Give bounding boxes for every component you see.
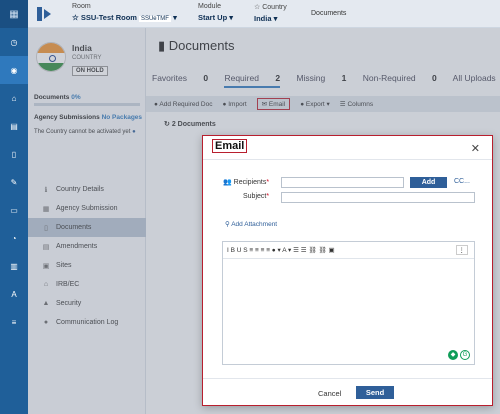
editor-toolbar: I B U S ≡ ≡ ≡ ≡ ● ▾ A ▾ ☰ ☰ ⛓ ⛓ ▣ ⋮: [223, 242, 474, 259]
module-value: Start Up: [198, 13, 228, 22]
modal-title: Email: [212, 139, 248, 153]
chevron-down-icon: ▾: [173, 13, 177, 22]
gauge-icon[interactable]: ◷: [0, 28, 28, 56]
country-label: Country: [262, 4, 287, 11]
room-value: SSU-Test Room: [80, 13, 137, 22]
close-icon[interactable]: ✕: [471, 142, 480, 155]
module-label: Module: [198, 3, 221, 10]
country-value: India: [254, 14, 272, 23]
app-logo-icon: [37, 7, 51, 21]
breadcrumb: Documents: [311, 10, 347, 17]
clock-icon[interactable]: ◔: [0, 224, 28, 252]
formatting-buttons[interactable]: I B U S ≡ ≡ ≡ ≡ ● ▾ A ▾ ☰ ☰ ⛓ ⛓ ▣: [227, 246, 335, 254]
edit-icon[interactable]: ✎: [0, 168, 28, 196]
file-icon[interactable]: ▯: [0, 140, 28, 168]
module-selector[interactable]: Module Start Up ▾: [198, 3, 233, 22]
star-icon[interactable]: ☆: [254, 4, 260, 11]
briefcase-icon[interactable]: ▤: [0, 112, 28, 140]
country-selector[interactable]: ☆ Country India ▾: [254, 3, 287, 23]
subject-label: Subject*: [243, 193, 270, 200]
add-recipient-button[interactable]: Add: [410, 177, 447, 188]
more-options-icon[interactable]: ⋮: [455, 245, 468, 255]
globe-icon[interactable]: ◉: [0, 56, 28, 84]
people-icon: 👥: [223, 179, 232, 186]
list-icon[interactable]: ≡: [0, 308, 28, 336]
topbar: Room ☆ SSU-Test Room SSUeTMF ▾ Module Sta…: [28, 0, 500, 28]
cc-link[interactable]: CC...: [454, 178, 470, 185]
paperclip-icon: ⚲: [225, 221, 230, 228]
email-modal: Email ✕ 👥 Recipients* Add CC... Subject*…: [202, 135, 493, 406]
subject-input[interactable]: [281, 192, 475, 203]
add-attachment-link[interactable]: ⚲ Add Attachment: [225, 220, 277, 228]
cancel-button[interactable]: Cancel: [318, 389, 341, 398]
grammarly-icon[interactable]: G: [460, 350, 470, 360]
room-tag: SSUeTMF: [138, 16, 171, 22]
bank-icon[interactable]: ⌂: [0, 84, 28, 112]
email-body-editor[interactable]: I B U S ≡ ≡ ≡ ≡ ● ▾ A ▾ ☰ ☰ ⛓ ⛓ ▣ ⋮ ◆ G: [222, 241, 475, 365]
chevron-down-icon: ▾: [273, 14, 278, 23]
grid-icon[interactable]: ▦: [0, 0, 28, 28]
grammar-bulb-icon[interactable]: ◆: [448, 350, 458, 360]
recipients-input[interactable]: [281, 177, 404, 188]
id-card-icon[interactable]: ▭: [0, 196, 28, 224]
clipboard-icon[interactable]: ▥: [0, 252, 28, 280]
star-icon[interactable]: ☆: [72, 13, 79, 22]
send-button[interactable]: Send: [356, 386, 394, 399]
left-rail: ▦ ◷ ◉ ⌂ ▤ ▯ ✎ ▭ ◔ ▥ A ≡: [0, 0, 28, 414]
room-selector[interactable]: Room ☆ SSU-Test Room SSUeTMF ▾: [72, 3, 177, 22]
translate-icon[interactable]: A: [0, 280, 28, 308]
room-label: Room: [72, 3, 91, 10]
recipients-label: 👥 Recipients*: [223, 179, 270, 186]
chevron-down-icon: ▾: [229, 13, 234, 22]
